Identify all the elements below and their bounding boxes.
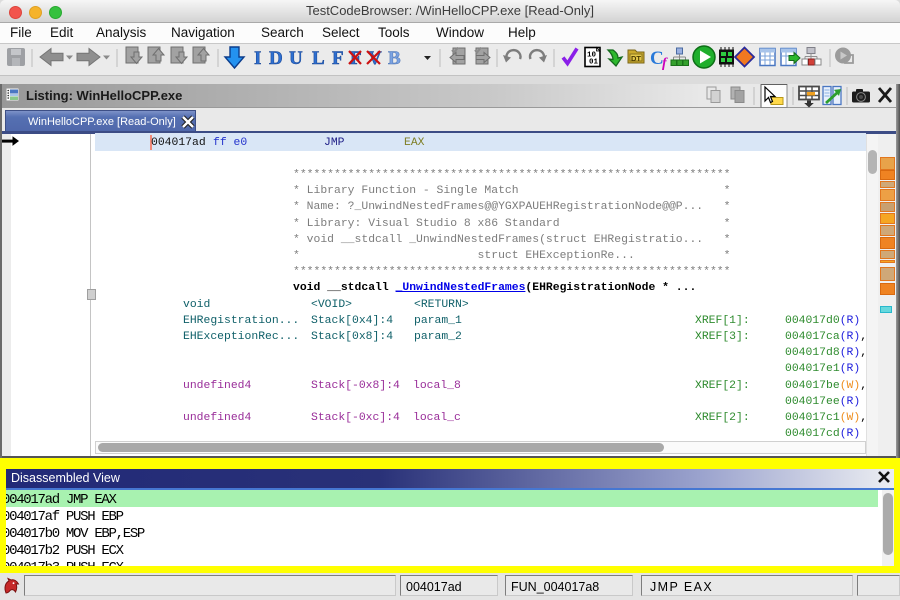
svg-text:01: 01 xyxy=(589,59,599,67)
svg-text:L: L xyxy=(312,48,325,69)
svg-text:I: I xyxy=(254,48,261,69)
svg-text:f: f xyxy=(662,56,668,71)
svg-text:DT: DT xyxy=(631,54,641,63)
svg-text:F: F xyxy=(332,48,344,69)
svg-text:D: D xyxy=(269,48,283,69)
svg-text:U: U xyxy=(289,48,303,69)
svg-text:B: B xyxy=(388,48,401,69)
